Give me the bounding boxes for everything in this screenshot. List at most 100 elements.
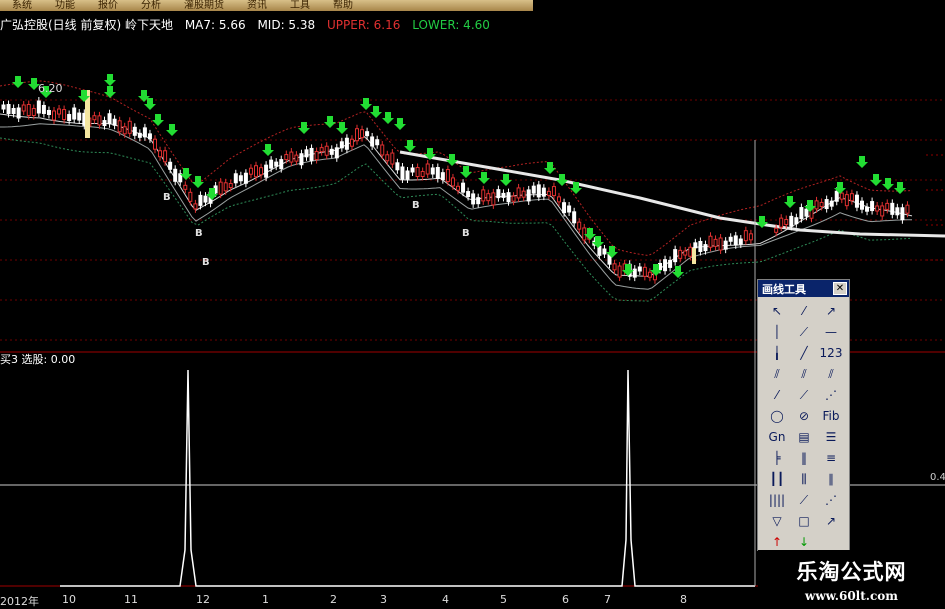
candle-body [637, 266, 642, 272]
tool-vertical-line-icon[interactable]: │ [764, 322, 790, 342]
candle-body [698, 240, 703, 252]
sell-arrow-marker [446, 154, 458, 166]
tool-rectangle-icon[interactable]: □ [791, 511, 817, 531]
sell-arrow-marker [382, 112, 394, 124]
tool-fibonacci-icon[interactable]: Fib [818, 406, 844, 426]
menu-item-news[interactable]: 资讯 [235, 0, 278, 11]
candle-body [718, 237, 723, 251]
candle-body [728, 236, 733, 242]
tool-parallel-line-icon[interactable]: ⫽ [764, 364, 790, 384]
candle-body [334, 147, 339, 159]
candle-body [567, 205, 572, 213]
candle-body [849, 193, 854, 202]
tool-circle-icon[interactable]: ◯ [764, 406, 790, 426]
menu-item-tools[interactable]: 工具 [278, 0, 321, 11]
tool-fan-lines-icon[interactable]: ‖ [791, 448, 817, 468]
tool-fan-lines-2-icon[interactable]: ⫼ [791, 469, 817, 489]
tool-horizontal-line-icon[interactable]: — [818, 322, 844, 342]
tool-line-arrow-icon[interactable]: ↗ [818, 511, 844, 531]
tool-parallel-channel-icon[interactable]: ▤ [791, 427, 817, 447]
candle-body [405, 170, 410, 180]
tools-title: 画线工具 [762, 282, 806, 296]
menu-item-help[interactable]: 帮助 [321, 0, 364, 11]
tool-up-arrow-icon[interactable]: ↑ [764, 532, 790, 552]
candle-body [521, 190, 526, 198]
tool-line-2-icon[interactable]: ⟋ [791, 322, 817, 342]
tool-gann-line-icon[interactable]: ⋰ [818, 385, 844, 405]
tool-triangle-icon[interactable]: ▽ [764, 511, 790, 531]
candle-body [880, 205, 885, 217]
tool-down-arrow-icon[interactable]: ↓ [791, 532, 817, 552]
mid-value: MID: 5.38 [257, 18, 316, 32]
menu-item-analysis[interactable]: 分析 [129, 0, 172, 11]
sell-arrow-marker [460, 166, 472, 178]
menu-item-system[interactable]: 系统 [0, 0, 43, 11]
candle-body [743, 230, 748, 242]
candle-body [471, 193, 476, 205]
ma-line [0, 113, 913, 277]
tool-channel-lines-icon[interactable]: ∥ [818, 469, 844, 489]
candle-body [678, 249, 683, 259]
candle-body [511, 195, 516, 202]
tool-parallel-line-2-icon[interactable]: ⫽ [791, 364, 817, 384]
tool-fib-time-icon[interactable]: ╞ [764, 448, 790, 468]
candle-body [319, 147, 324, 153]
tool-gann-fan-icon[interactable]: Gn [764, 427, 790, 447]
ma7-value: MA7: 5.66 [184, 18, 246, 32]
sell-arrow-marker [544, 162, 556, 174]
candle-body [107, 113, 112, 125]
tool-vertical-segment-icon[interactable]: ╽ [764, 343, 790, 363]
menu-bar: 系统 功能 报价 分析 灌股期货 资讯 工具 帮助 [0, 0, 533, 11]
candle-body [147, 133, 152, 140]
tool-parallel-line-3-icon[interactable]: ⫽ [818, 364, 844, 384]
menu-item-futures[interactable]: 灌股期货 [172, 0, 235, 11]
menu-item-function[interactable]: 功能 [43, 0, 86, 11]
candle-body [299, 153, 304, 166]
candle-body [486, 193, 491, 202]
tool-line-4-icon[interactable]: ⟋ [791, 385, 817, 405]
tool-cycle-lines-icon[interactable]: ┃┃ [764, 469, 790, 489]
tool-circle-2-icon[interactable]: ⊘ [791, 406, 817, 426]
candle-body [875, 205, 880, 212]
candle-body [228, 182, 233, 188]
candle-body [794, 217, 799, 225]
candle-body [562, 202, 567, 214]
candle-body [420, 171, 425, 177]
candle-body [203, 195, 208, 203]
sell-arrow-marker [882, 178, 894, 190]
tool-level-123-icon[interactable]: 123 [818, 343, 844, 363]
tool-trend-line-icon[interactable]: ╱ [791, 343, 817, 363]
candle-body [516, 187, 521, 199]
candle-body [905, 204, 910, 214]
date-axis-label: 11 [124, 593, 138, 606]
date-axis-label: 2 [330, 593, 337, 606]
tool-speed-lines-icon[interactable]: ⋰ [818, 490, 844, 510]
tool-fibonacci-2-icon[interactable]: ☰ [818, 427, 844, 447]
tool-fan-grow-icon[interactable]: ⟋ [791, 490, 817, 510]
candle-body [748, 233, 753, 241]
tool-ray-line-icon[interactable]: ↗ [818, 301, 844, 321]
candle-body [577, 221, 582, 230]
close-icon[interactable]: ✕ [833, 282, 847, 295]
drawing-tools-window[interactable]: 画线工具 ✕ ↖ ⁄ ↗ │ ⟋ — ╽ ╱ 123 ⫽ ⫽ ⫽ ⁄ ⟋ ⋰ ◯ ⊘ Fib Gn ▤ ☰ ╞ ‖ ≡ ┃┃ ⫼ ∥… [757, 279, 850, 591]
tool-line-segment-icon[interactable]: ⁄ [791, 301, 817, 321]
indicator-spikes [60, 369, 755, 587]
candle-body [6, 104, 11, 114]
candle-body [168, 161, 173, 170]
tools-titlebar[interactable]: 画线工具 ✕ [758, 280, 849, 297]
date-axis-label: 7 [604, 593, 611, 606]
tool-parallel-bars-icon[interactable]: ≡ [818, 448, 844, 468]
candle-body [344, 137, 349, 150]
candle-body [597, 245, 602, 256]
candle-body [193, 203, 198, 210]
candle-body [349, 138, 354, 147]
candle-body [395, 162, 400, 171]
tool-blank-icon[interactable] [818, 532, 844, 552]
candle-body [324, 145, 329, 156]
tool-price-channel-icon[interactable]: ⁄ [764, 385, 790, 405]
menu-item-quote[interactable]: 报价 [86, 0, 129, 11]
sell-arrow-marker [784, 196, 796, 208]
tool-bar-lines-icon[interactable]: |||| [764, 490, 790, 510]
candle-body [153, 138, 157, 150]
tool-arrow-pointer-icon[interactable]: ↖ [764, 301, 790, 321]
